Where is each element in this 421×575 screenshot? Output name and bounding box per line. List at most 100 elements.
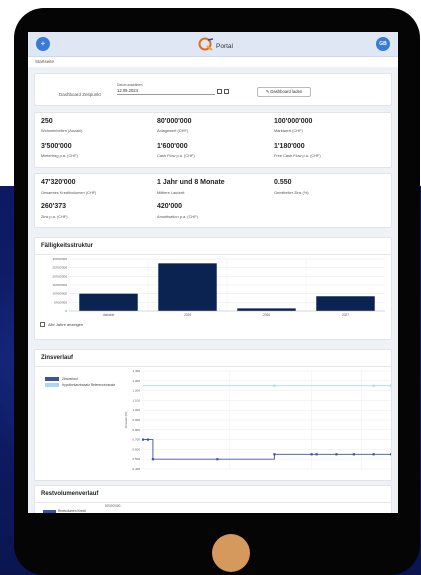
- x-tick-label: 2025: [184, 313, 191, 317]
- y-tick-label: 25'000'000: [53, 266, 68, 270]
- kpi-units-value: 250: [41, 118, 53, 125]
- x-tick-label: Variable: [103, 313, 115, 317]
- kpi-avg-rate-value: 0.550: [274, 179, 292, 186]
- kpi-credit-volume-value: 47'320'000: [41, 179, 76, 186]
- y-tick-label: 0.700: [132, 438, 140, 442]
- legend-label-1: Hypothekarzinssatz Referenzzinssatz: [62, 383, 116, 387]
- load-dashboard-label: Dashboard laden: [270, 89, 303, 94]
- maturity-structure-card: Fälligkeitsstruktur 30'000'000 25'000'000…: [34, 237, 392, 340]
- interest-history-card: Zinsverlauf 1.400 1.300 1.200 1.100 1.000 0.9…: [34, 349, 392, 481]
- maturity-bar-chart: 30'000'000 25'000'000 20'000'000 15'000'000…: [53, 257, 385, 317]
- logo: Portal: [198, 36, 233, 52]
- series-marker-1: [372, 384, 375, 387]
- kpi-rent-value: 3'500'000: [41, 143, 72, 150]
- calendar-today-icon[interactable]: [224, 89, 229, 94]
- series-marker-1: [389, 384, 391, 387]
- bar-2027: [316, 296, 375, 311]
- maturity-structure-title: Fälligkeitsstruktur: [41, 243, 94, 249]
- kpi-units-label: Wohneinheiten (Anzahl): [41, 128, 83, 133]
- kpi-interest-label: Zins p.a. (CHF): [41, 214, 68, 219]
- calendar-icon[interactable]: [217, 89, 222, 94]
- x-tick-label: 2027: [342, 313, 349, 317]
- bar-2026: [237, 308, 296, 311]
- y-tick-label: 30'000'000: [53, 257, 68, 261]
- series-marker-1: [273, 384, 276, 387]
- series-marker-0: [216, 458, 219, 461]
- logo-text: Portal: [216, 42, 233, 50]
- dashboard-selector-card: Dashboard Zeitpunkt Datum auswählen 12.0…: [34, 73, 392, 106]
- x-tick-label: 2026: [263, 313, 270, 317]
- kpi-cashflow-value: 1'600'000: [157, 143, 188, 150]
- kpi-free-cashflow-value: 1'180'000: [274, 143, 305, 150]
- y-tick-label: 0.800: [132, 428, 140, 432]
- y-tick-label: 0.500: [132, 457, 140, 461]
- kpi-asset-label: Anlagewert (CHF): [157, 128, 189, 133]
- section-divider: [35, 502, 391, 503]
- series-marker-0: [315, 453, 318, 456]
- series-marker-0: [389, 453, 391, 456]
- plus-icon[interactable]: +: [36, 37, 50, 51]
- interest-history-title: Zinsverlauf: [41, 355, 74, 361]
- pencil-icon: ✎: [265, 89, 270, 94]
- y-tick-label: 1.000: [132, 408, 140, 412]
- dashboard-date-label: Dashboard Zeitpunkt: [59, 92, 101, 97]
- y-tick-label: 1.200: [132, 389, 140, 393]
- y-tick-label: 1.300: [132, 379, 140, 383]
- all-years-checkbox-label[interactable]: Alle Jahre anzeigen: [48, 322, 83, 327]
- series-marker-0: [372, 453, 375, 456]
- kpi-interest-value: 260'373: [41, 203, 67, 210]
- legend-label-0: Zinsverlauf: [62, 377, 78, 381]
- kpi-duration-value: 1 Jahr und 8 Monate: [157, 179, 225, 186]
- y-tick-label: 5'000'000: [54, 300, 67, 304]
- y-axis-label: Zinssatz (%): [124, 412, 128, 429]
- kpi-market-label: Marktwert (CHF): [274, 128, 303, 133]
- y-tick-label: 0: [65, 309, 67, 313]
- series-marker-0: [151, 458, 155, 461]
- kpi-cashflow-label: Cash Flow p.a. (CHF): [157, 153, 195, 158]
- kpi-asset-value: 80'000'000: [157, 118, 192, 125]
- app-screen: + Portal GB Startseite Dashboard Zeitpun…: [28, 32, 398, 513]
- y-tick-label: 1.400: [132, 369, 140, 373]
- kpi-duration-label: Mittlere Laufzeit: [157, 190, 185, 195]
- kpi-amortisation-label: Amortisation p.a. (CHF): [157, 214, 198, 219]
- y-tick-label: 0.400: [132, 467, 140, 471]
- series-marker-0: [310, 453, 313, 456]
- kpi-credit-volume-label: Gesamtes Kreditvolumen (CHF): [41, 190, 97, 195]
- remaining-volume-legend-label: Restvolumen Kredit: [58, 509, 86, 513]
- y-tick-label: 15'000'000: [53, 283, 68, 287]
- y-tick-label: 0.600: [132, 447, 140, 451]
- y-tick-label: 10'000'000: [53, 292, 68, 296]
- bar-variable: [79, 293, 138, 311]
- interest-line-chart: 1.400 1.300 1.200 1.100 1.000 0.900 0.800 0.700…: [45, 369, 391, 471]
- kpi-free-cashflow-label: Free Cash Flow p.a. (CHF): [274, 153, 321, 158]
- series-marker-0: [146, 438, 150, 441]
- remaining-volume-legend-swatch: [43, 510, 56, 513]
- kpi-amortisation-value: 420'000: [157, 203, 183, 210]
- series-marker-0: [141, 438, 145, 441]
- home-button[interactable]: [212, 534, 250, 572]
- remaining-volume-tick: 50'000'000: [105, 504, 121, 508]
- load-dashboard-button[interactable]: ✎ Dashboard laden: [257, 87, 311, 97]
- remaining-volume-title: Restvolumenverlauf: [41, 491, 99, 497]
- date-caption: Datum auswählen: [117, 83, 143, 87]
- kpi-avg-rate-label: Gemittelter Zins (%): [274, 190, 309, 195]
- kpi-rent-label: Mietertrag p.a. (CHF): [41, 153, 78, 158]
- user-avatar[interactable]: GB: [376, 37, 390, 51]
- legend-swatch-1: [45, 383, 59, 387]
- remaining-volume-card: Restvolumenverlauf Restvolumen Kredit 50…: [34, 485, 392, 513]
- date-input[interactable]: 12.09.2024: [117, 88, 215, 95]
- bar-2025: [158, 263, 217, 311]
- kpi-market-value: 100'000'000: [274, 118, 313, 125]
- logo-icon: [198, 36, 214, 52]
- series-marker-0: [273, 453, 276, 456]
- y-tick-label: 20'000'000: [53, 274, 68, 278]
- breadcrumb[interactable]: Startseite: [28, 57, 398, 67]
- y-tick-label: 1.100: [132, 398, 140, 402]
- y-tick-label: 0.900: [132, 418, 140, 422]
- top-bar: + Portal GB: [28, 32, 398, 57]
- series-marker-0: [352, 453, 355, 456]
- kpi-card-property: 250 Wohneinheiten (Anzahl) 80'000'000 An…: [34, 112, 392, 168]
- series-marker-0: [335, 453, 338, 456]
- kpi-card-credit: 47'320'000 Gesamtes Kreditvolumen (CHF) …: [34, 173, 392, 228]
- all-years-checkbox[interactable]: [40, 322, 45, 327]
